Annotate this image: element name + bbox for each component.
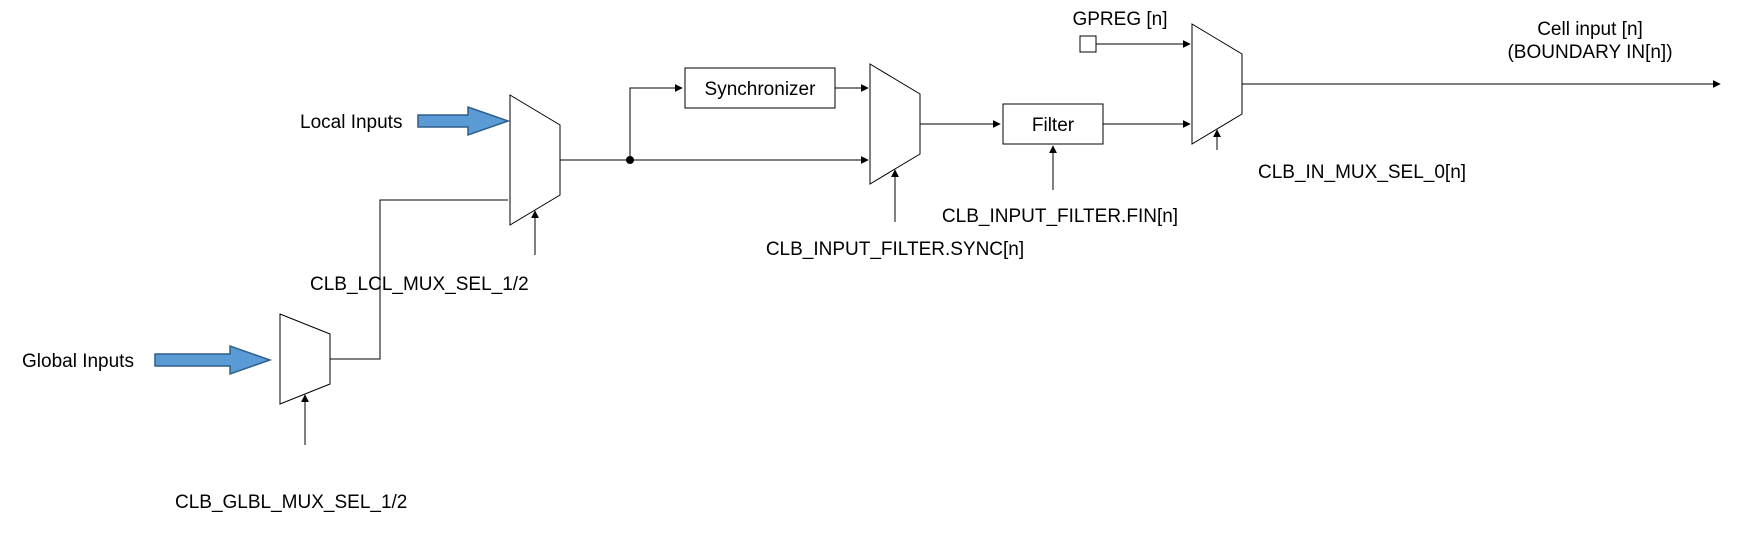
global-mux-select-label: CLB_GLBL_MUX_SEL_1/2	[175, 492, 407, 513]
global-mux	[280, 314, 330, 404]
gpreg-box-icon	[1080, 36, 1096, 52]
local-mux	[510, 95, 560, 225]
clb-input-diagram: Global Inputs CLB_GLBL_MUX_SEL_1/2 Local…	[0, 0, 1749, 549]
out-mux-select-label: CLB_IN_MUX_SEL_0[n]	[1258, 162, 1466, 183]
global-inputs-label: Global Inputs	[22, 351, 134, 372]
cell-input-label-1: Cell input [n]	[1537, 19, 1643, 40]
filter-control-label: CLB_INPUT_FILTER.FIN[n]	[942, 206, 1178, 227]
branch-to-sync-line	[630, 88, 682, 160]
sync-mux-select-label: CLB_INPUT_FILTER.SYNC[n]	[766, 239, 1024, 260]
gpreg-label: GPREG [n]	[1072, 9, 1167, 30]
out-mux	[1192, 24, 1242, 144]
synchronizer-label: Synchronizer	[705, 79, 817, 100]
local-mux-select-label: CLB_LCL_MUX_SEL_1/2	[310, 274, 529, 295]
sync-mux	[870, 64, 920, 184]
cell-input-label-2: (BOUNDARY IN[n])	[1507, 42, 1672, 63]
filter-label: Filter	[1032, 115, 1075, 136]
global-inputs-arrow-icon	[155, 346, 270, 374]
local-inputs-label: Local Inputs	[300, 112, 402, 133]
local-inputs-arrow-icon	[418, 107, 508, 135]
